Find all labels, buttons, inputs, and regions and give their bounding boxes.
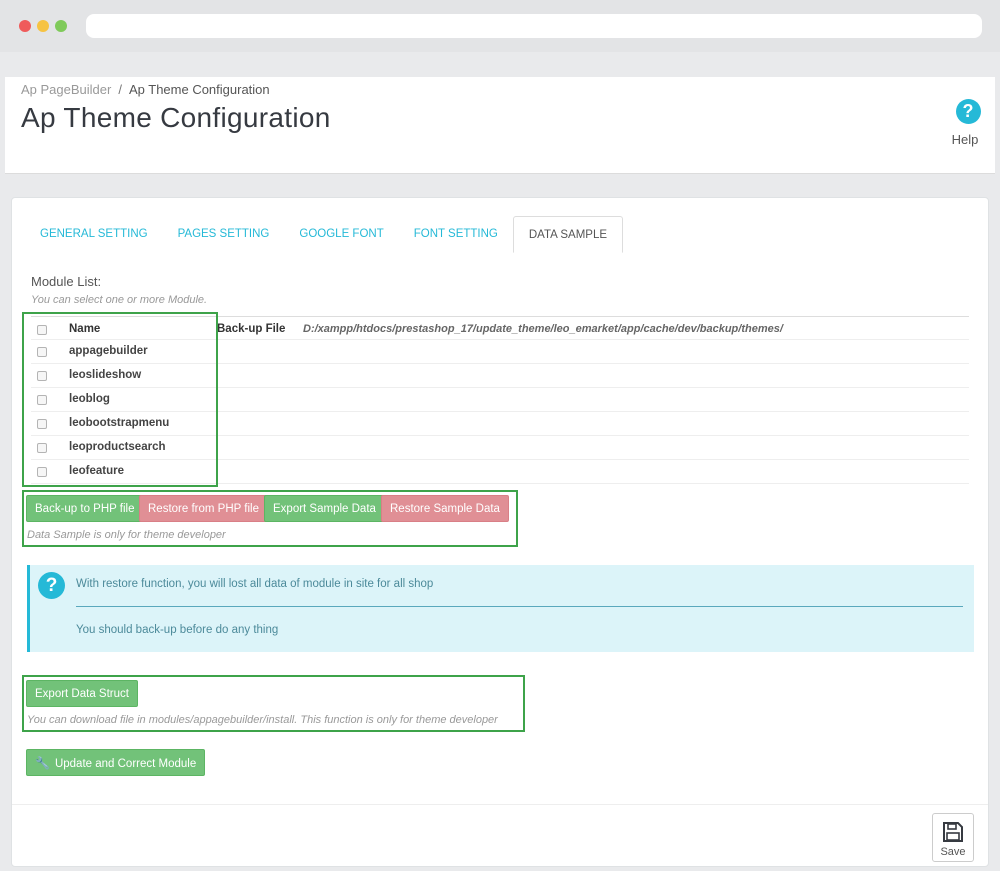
table-row: leoslideshow [31, 364, 969, 388]
module-name: leoslideshow [69, 369, 142, 381]
table-row: leobootstrapmenu [31, 412, 969, 436]
table-row: appagebuilder [31, 340, 969, 364]
module-name: leoproductsearch [69, 441, 166, 453]
question-circle-icon: ? [38, 572, 65, 599]
module-list-label: Module List: [31, 274, 102, 289]
module-checkbox[interactable] [37, 371, 47, 381]
breadcrumb-link-ap-pagebuilder[interactable]: Ap PageBuilder [21, 82, 111, 97]
update-correct-module-label: Update and Correct Module [54, 758, 197, 770]
export-struct-note: You can download file in modules/appageb… [27, 714, 498, 726]
breadcrumb: Ap PageBuilder / Ap Theme Configuration [21, 82, 270, 97]
alert-divider [76, 606, 963, 607]
restore-from-php-button[interactable]: Restore from PHP file [139, 495, 268, 522]
module-checkbox[interactable] [37, 347, 47, 357]
module-name: leobootstrapmenu [69, 417, 170, 429]
settings-tabs: GENERAL SETTING PAGES SETTING GOOGLE FON… [25, 216, 624, 253]
tab-general-setting[interactable]: GENERAL SETTING [25, 216, 163, 253]
module-name: leofeature [69, 465, 124, 477]
backup-to-php-button[interactable]: Back-up to PHP file [26, 495, 144, 522]
alert-message-backup: You should back-up before do any thing [76, 624, 279, 636]
panel-footer-divider [12, 804, 988, 805]
data-sample-panel: GENERAL SETTING PAGES SETTING GOOGLE FON… [11, 197, 989, 867]
module-list-help: You can select one or more Module. [31, 294, 208, 306]
alert-message-restore: With restore function, you will lost all… [76, 578, 434, 590]
breadcrumb-separator: / [118, 82, 122, 97]
module-checkbox[interactable] [37, 467, 47, 477]
maximize-window-dot[interactable] [55, 20, 67, 32]
name-column-header: Name [69, 323, 101, 335]
module-checkbox[interactable] [37, 419, 47, 429]
save-label: Save [940, 846, 966, 858]
save-button[interactable]: Save [932, 813, 974, 862]
page-header: Ap PageBuilder / Ap Theme Configuration Ap… [5, 77, 995, 174]
help-label: Help [951, 132, 979, 147]
close-window-dot[interactable] [19, 20, 31, 32]
tab-font-setting[interactable]: FONT SETTING [399, 216, 513, 253]
backup-file-label: Back-up File [217, 323, 286, 335]
backup-file-path: D:/xampp/htdocs/prestashop_17/update_the… [303, 323, 783, 335]
data-sample-note: Data Sample is only for theme developer [27, 529, 226, 541]
restore-sample-data-button[interactable]: Restore Sample Data [381, 495, 509, 522]
table-row: leofeature [31, 460, 969, 484]
update-correct-module-button[interactable]: 🔧 Update and Correct Module [26, 749, 206, 776]
table-header-row: Name Back-up File D:/xampp/htdocs/presta… [31, 316, 969, 340]
module-name: leoblog [69, 393, 110, 405]
tab-google-font[interactable]: GOOGLE FONT [284, 216, 398, 253]
page-title: Ap Theme Configuration [21, 102, 331, 133]
module-checkbox[interactable] [37, 395, 47, 405]
tab-data-sample[interactable]: DATA SAMPLE [512, 216, 624, 253]
export-data-struct-button[interactable]: Export Data Struct [26, 680, 138, 707]
browser-chrome [0, 0, 1000, 52]
question-circle-icon: ? [955, 99, 981, 124]
module-checkbox[interactable] [37, 443, 47, 453]
module-table: Name Back-up File D:/xampp/htdocs/presta… [31, 316, 969, 484]
tab-pages-setting[interactable]: PAGES SETTING [163, 216, 285, 253]
table-row: leoproductsearch [31, 436, 969, 460]
restore-warning-alert: ? With restore function, you will lost a… [27, 565, 974, 652]
floppy-disk-icon [943, 822, 963, 842]
module-name: appagebuilder [69, 345, 148, 357]
wrench-icon: 🔧 [35, 756, 50, 770]
select-all-checkbox[interactable] [37, 325, 47, 335]
address-bar[interactable] [86, 14, 982, 38]
table-row: leoblog [31, 388, 969, 412]
export-sample-data-button[interactable]: Export Sample Data [264, 495, 385, 522]
breadcrumb-current: Ap Theme Configuration [128, 82, 270, 97]
minimize-window-dot[interactable] [37, 20, 49, 32]
help-button[interactable]: ? Help [952, 99, 983, 147]
